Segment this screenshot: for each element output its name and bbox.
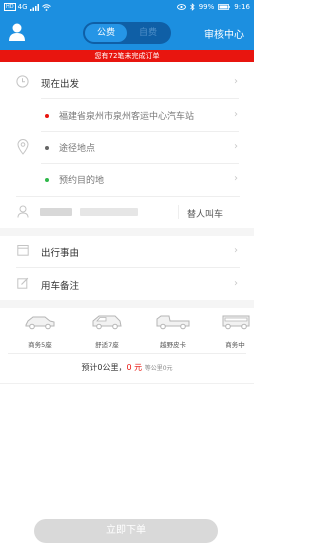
- vehicle-type-label[interactable]: 越野皮卡: [148, 339, 198, 349]
- divider: [41, 131, 239, 132]
- clock: 9:16: [234, 3, 250, 11]
- tab-self-fee[interactable]: 自费: [127, 24, 169, 42]
- trip-remark[interactable]: 用车备注: [41, 278, 79, 292]
- chevron-right-icon: ›: [234, 278, 238, 289]
- mpv-icon[interactable]: [91, 314, 123, 330]
- status-bar: HD 4G 99% 9:16: [0, 0, 254, 16]
- divider: [8, 353, 246, 354]
- eye-icon: [176, 4, 186, 10]
- app-header: 公费 自费 审核中心: [0, 16, 254, 50]
- pickup-icon[interactable]: [155, 314, 191, 330]
- section-gap: [0, 300, 254, 308]
- origin-location[interactable]: 福建省泉州市泉州客运中心汽车站: [59, 109, 194, 122]
- submit-order-button[interactable]: 立即下单: [34, 519, 218, 543]
- fee-type-switch: 公费 自费: [83, 22, 171, 44]
- divider: [0, 383, 254, 384]
- hd-badge: HD: [4, 3, 16, 11]
- divider: [16, 196, 240, 197]
- divider: [41, 163, 239, 164]
- chevron-right-icon: ›: [234, 109, 238, 120]
- divider: [178, 205, 179, 219]
- sedan-icon[interactable]: [24, 314, 56, 330]
- origin-dot: [45, 114, 49, 118]
- estimate-distance: 预计0公里，: [81, 363, 127, 372]
- user-icon[interactable]: [9, 23, 25, 41]
- chevron-right-icon: ›: [234, 141, 238, 152]
- chevron-right-icon: ›: [234, 245, 238, 256]
- edit-icon: [17, 277, 29, 289]
- call-for-other-button[interactable]: 替人叫车: [187, 207, 223, 220]
- section-gap: [0, 228, 254, 236]
- passenger-name-redacted: [40, 208, 72, 216]
- depart-time[interactable]: 现在出发: [41, 76, 79, 90]
- destination-location[interactable]: 预约目的地: [59, 173, 104, 186]
- vehicle-type-label[interactable]: 舒适7座: [82, 339, 132, 349]
- network-label: 4G: [17, 3, 28, 11]
- battery-icon: [218, 4, 230, 10]
- fare-estimate: 预计0公里，0 元 等公里0元: [0, 362, 254, 373]
- vehicle-type-label[interactable]: 商务中: [210, 339, 260, 349]
- waypoint-dot: [45, 146, 49, 150]
- estimate-detail: 等公里0元: [144, 365, 173, 372]
- divider: [41, 98, 239, 99]
- tab-public-fee[interactable]: 公费: [85, 24, 127, 42]
- divider: [16, 267, 240, 268]
- wifi-icon: [41, 3, 51, 11]
- chevron-right-icon: ›: [234, 76, 238, 87]
- signal-icon: [29, 3, 39, 11]
- passenger-phone-redacted: [80, 208, 138, 216]
- trip-reason[interactable]: 出行事由: [41, 245, 79, 259]
- calendar-icon: [17, 245, 29, 256]
- passenger-icon: [17, 205, 29, 218]
- estimate-price: 0 元: [126, 363, 143, 372]
- audit-center-link[interactable]: 审核中心: [204, 26, 244, 41]
- battery-percent: 99%: [198, 3, 215, 11]
- van-icon[interactable]: [221, 313, 251, 330]
- clock-icon: [16, 75, 29, 88]
- destination-dot: [45, 178, 49, 182]
- chevron-right-icon: ›: [234, 173, 238, 184]
- vehicle-type-label[interactable]: 商务5座: [15, 339, 65, 349]
- unfinished-orders-banner[interactable]: 您有72笔未完成订单: [0, 50, 254, 62]
- bluetooth-icon: [189, 3, 195, 11]
- location-pin-icon: [17, 139, 29, 155]
- waypoint-location[interactable]: 途径地点: [59, 141, 95, 154]
